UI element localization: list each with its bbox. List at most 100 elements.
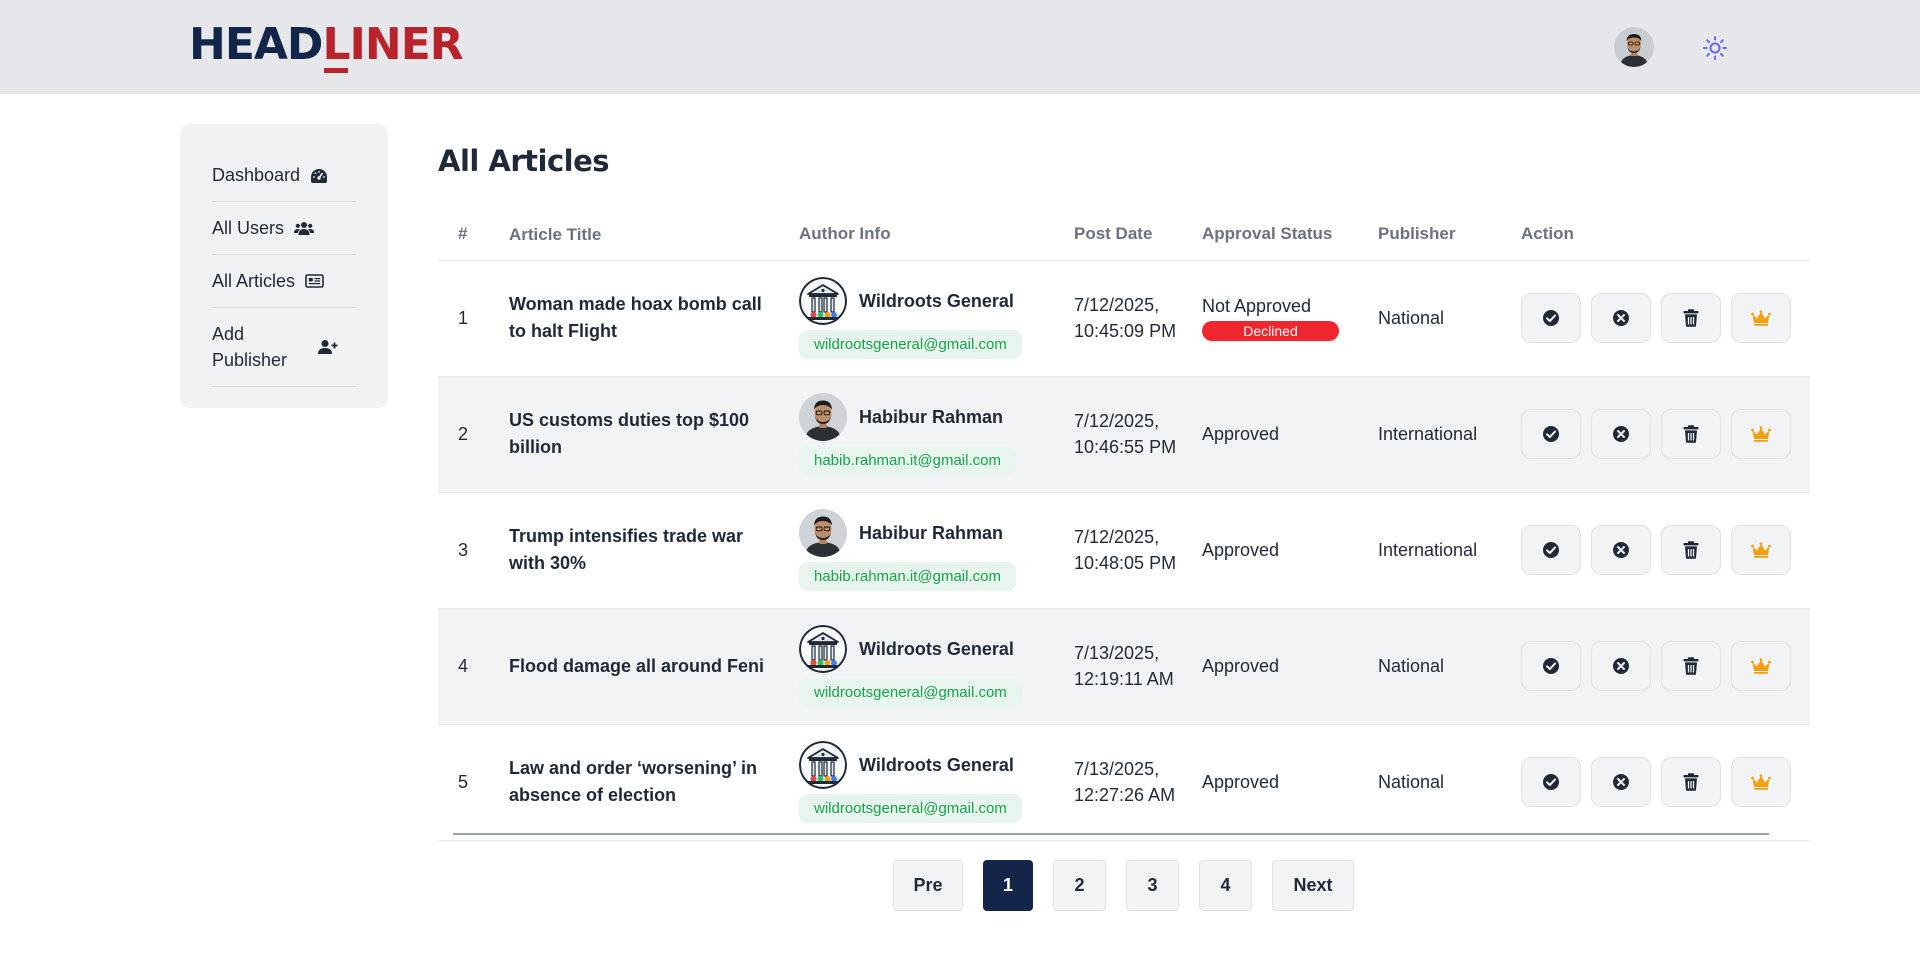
decline-button[interactable] (1591, 757, 1651, 807)
approval-status-text: Approved (1202, 539, 1280, 560)
decline-icon (1612, 773, 1630, 791)
headliner-logo[interactable]: HEADLINER (189, 19, 464, 73)
article-title[interactable]: Woman made hoax bomb call to halt Flight (509, 260, 799, 377)
row-number: 3 (438, 492, 509, 609)
crown-icon (1751, 658, 1771, 674)
article-title[interactable]: Law and order ‘worsening’ in absence of … (509, 724, 799, 841)
crown-button[interactable] (1731, 641, 1791, 691)
approve-button[interactable] (1521, 409, 1581, 459)
sidebar-item-all-users[interactable]: All Users (212, 202, 356, 255)
table-row: 3 Trump intensifies trade war with 30% Hab… (438, 492, 1810, 609)
column-header-post-date: Post Date (1074, 209, 1202, 261)
approve-icon (1542, 773, 1560, 791)
trash-button[interactable] (1661, 641, 1721, 691)
table-row: 5 Law and order ‘worsening’ in absence of… (438, 724, 1810, 841)
theme-toggle-button[interactable] (1700, 33, 1730, 63)
trash-icon (1683, 657, 1699, 675)
article-title[interactable]: Flood damage all around Feni (509, 608, 799, 725)
action-cell (1521, 376, 1810, 493)
publisher: National (1378, 608, 1521, 725)
users-icon (294, 221, 315, 235)
decline-icon (1612, 425, 1630, 443)
sidebar-item-dashboard[interactable]: Dashboard (212, 150, 356, 202)
gauge-icon (310, 168, 328, 184)
column-header-article-title: Article Title (509, 209, 799, 261)
approval-status-text: Approved (1202, 771, 1280, 792)
crown-icon (1751, 542, 1771, 558)
author-email: wildrootsgeneral@gmail.com (799, 794, 1022, 823)
author-name: Habibur Rahman (859, 522, 1004, 543)
approve-button[interactable] (1521, 757, 1581, 807)
decline-icon (1612, 541, 1630, 559)
prev-page-button[interactable]: Pre (893, 860, 963, 911)
author-info: Habibur Rahman habib.rahman.it@gmail.com (799, 376, 1074, 493)
table-row: 4 Flood damage all around Feni Wildroots G… (438, 608, 1810, 725)
decline-icon (1612, 309, 1630, 327)
author-email: wildrootsgeneral@gmail.com (799, 330, 1022, 359)
building-avatar (799, 741, 847, 789)
sun-icon (1702, 35, 1728, 61)
trash-button[interactable] (1661, 757, 1721, 807)
column-header-publisher: Publisher (1378, 209, 1521, 261)
post-date: 7/12/2025, 10:48:05 PM (1074, 492, 1202, 609)
decline-icon (1612, 657, 1630, 675)
crown-button[interactable] (1731, 757, 1791, 807)
next-page-button[interactable]: Next (1272, 860, 1354, 911)
sidebar-item-label: All Articles (212, 270, 296, 291)
post-date: 7/13/2025, 12:19:11 AM (1074, 608, 1202, 725)
row-number: 1 (438, 260, 509, 377)
approve-button[interactable] (1521, 293, 1581, 343)
crown-icon (1751, 774, 1771, 790)
sidebar-item-add-publisher[interactable]: Add Publisher (212, 308, 356, 387)
newspaper-icon (305, 274, 324, 288)
crown-button[interactable] (1731, 409, 1791, 459)
approval-status-text: Not Approved (1202, 295, 1312, 316)
publisher: National (1378, 260, 1521, 377)
approval-status: Approved (1202, 608, 1378, 725)
publisher: International (1378, 492, 1521, 609)
decline-button[interactable] (1591, 525, 1651, 575)
column-header-action: Action (1521, 209, 1810, 261)
approve-button[interactable] (1521, 525, 1581, 575)
crown-icon (1751, 426, 1771, 442)
person-avatar (799, 393, 847, 441)
crown-button[interactable] (1731, 293, 1791, 343)
row-number: 4 (438, 608, 509, 725)
decline-button[interactable] (1591, 293, 1651, 343)
trash-button[interactable] (1661, 293, 1721, 343)
post-date: 7/12/2025, 10:45:09 PM (1074, 260, 1202, 377)
action-cell (1521, 492, 1810, 609)
action-cell (1521, 608, 1810, 725)
approve-button[interactable] (1521, 641, 1581, 691)
approval-status: Approved (1202, 724, 1378, 841)
page-button-2[interactable]: 2 (1053, 860, 1106, 911)
user-plus-icon (318, 339, 338, 355)
row-number: 2 (438, 376, 509, 493)
sidebar-item-label: Dashboard (212, 165, 301, 185)
page-button-1[interactable]: 1 (983, 860, 1033, 911)
approve-icon (1542, 657, 1560, 675)
approval-status-text: Approved (1202, 423, 1280, 444)
user-avatar[interactable] (1614, 27, 1654, 67)
article-title[interactable]: US customs duties top $100 billion (509, 376, 799, 493)
approval-status: Not Approved Declined (1202, 260, 1378, 377)
logo-l-text: L (322, 19, 351, 73)
sidebar-item-all-articles[interactable]: All Articles (212, 255, 356, 308)
approval-status: Approved (1202, 492, 1378, 609)
decline-button[interactable] (1591, 409, 1651, 459)
trash-button[interactable] (1661, 409, 1721, 459)
trash-icon (1683, 309, 1699, 327)
article-title[interactable]: Trump intensifies trade war with 30% (509, 492, 799, 609)
approval-status: Approved (1202, 376, 1378, 493)
page-button-3[interactable]: 3 (1126, 860, 1179, 911)
author-email: habib.rahman.it@gmail.com (799, 562, 1016, 591)
author-info: Wildroots General wildrootsgeneral@gmail.… (799, 608, 1074, 725)
decline-button[interactable] (1591, 641, 1651, 691)
trash-button[interactable] (1661, 525, 1721, 575)
author-name: Wildroots General (859, 290, 1014, 311)
declined-badge: Declined (1202, 320, 1339, 341)
crown-button[interactable] (1731, 525, 1791, 575)
trash-icon (1683, 541, 1699, 559)
approve-icon (1542, 425, 1560, 443)
page-button-4[interactable]: 4 (1199, 860, 1252, 911)
